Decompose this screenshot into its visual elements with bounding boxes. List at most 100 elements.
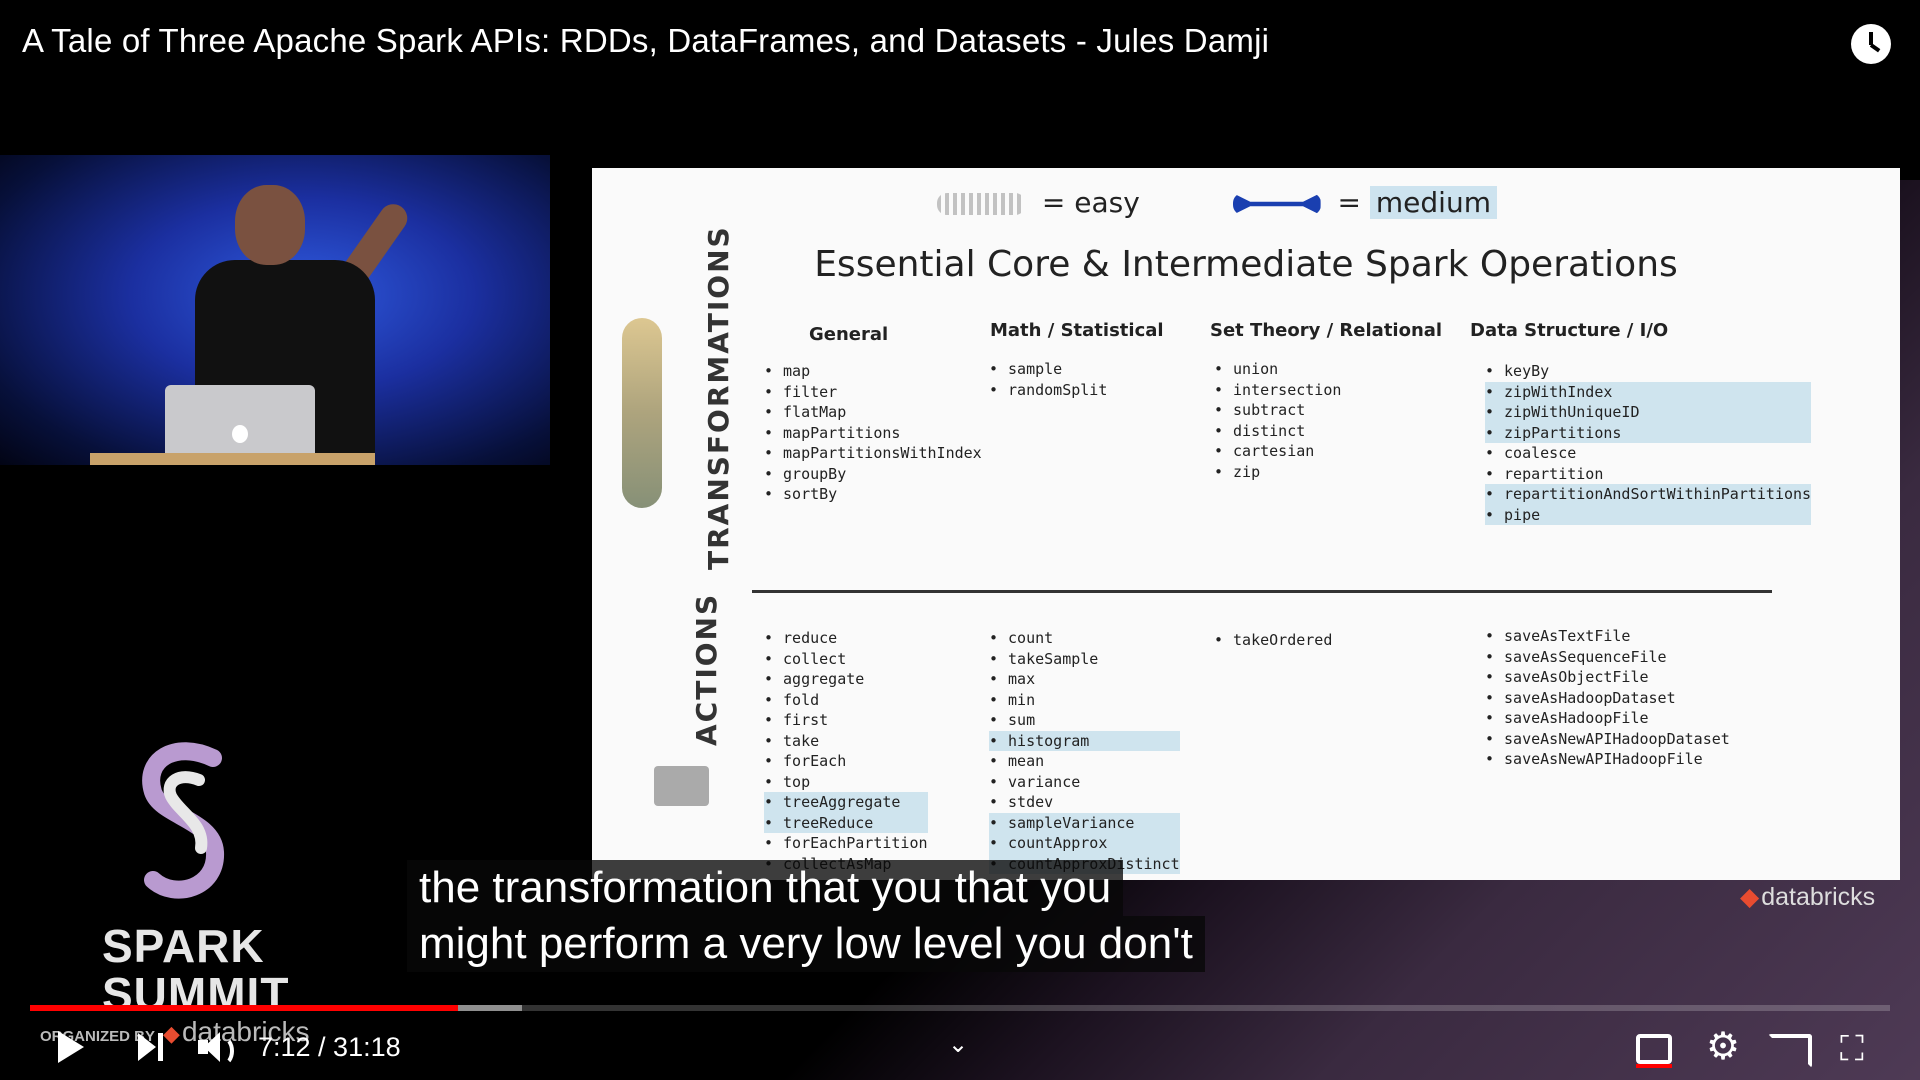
operation-item: subtract (1214, 400, 1341, 421)
legend-easy: = easy (1041, 186, 1140, 219)
operation-item: takeOrdered (1214, 630, 1332, 651)
list-trans-data: keyByzipWithIndexzipWithUniqueIDzipParti… (1485, 361, 1812, 525)
section-divider (752, 590, 1772, 593)
operation-item: union (1214, 359, 1341, 380)
operation-item: sum (989, 710, 1180, 731)
operation-item: distinct (1214, 421, 1341, 442)
caterpillar-illustration (622, 318, 662, 508)
slide-footer-brand: databricks (1740, 882, 1875, 912)
operation-item: randomSplit (989, 380, 1107, 401)
bone-easy-icon (937, 193, 1025, 215)
play-icon[interactable] (58, 1031, 84, 1063)
progress-played (30, 1005, 458, 1011)
operation-item: repartition (1485, 464, 1811, 485)
col-data: Data Structure / I/O (1470, 320, 1669, 341)
operation-item: saveAsHadoopFile (1485, 708, 1730, 729)
operation-item: saveAsSequenceFile (1485, 647, 1730, 668)
list-act-data: saveAsTextFilesaveAsSequenceFilesaveAsOb… (1485, 626, 1730, 770)
operation-item: take (764, 731, 928, 752)
caption-line-2: might perform a very low level you don't (407, 916, 1205, 972)
operation-item: map (764, 361, 982, 382)
legend-medium: medium (1369, 186, 1497, 219)
clock-icon[interactable] (1851, 24, 1891, 64)
operation-item: aggregate (764, 669, 928, 690)
operation-item: mean (989, 751, 1180, 772)
operation-item: first (764, 710, 928, 731)
speaker-head (235, 185, 305, 265)
operation-item: saveAsNewAPIHadoopFile (1485, 749, 1730, 770)
operation-item: forEachPartition (764, 833, 928, 854)
podium (90, 453, 375, 465)
operation-item: sample (989, 359, 1107, 380)
operation-item: reduce (764, 628, 928, 649)
operation-item: treeAggregate (764, 792, 928, 813)
col-math: Math / Statistical (990, 320, 1164, 341)
operation-item: sampleVariance (989, 812, 1180, 833)
operation-item: max (989, 669, 1180, 690)
spark-summit-text: SPARK SUMMIT (102, 922, 289, 1018)
section-transformations: TRANSFORMATIONS (702, 225, 735, 570)
operation-item: pipe (1485, 504, 1812, 525)
video-player[interactable]: A Tale of Three Apache Spark APIs: RDDs,… (0, 0, 1920, 1080)
col-set: Set Theory / Relational (1210, 320, 1443, 341)
exit-fullscreen-icon[interactable]: ⛶ (1840, 1030, 1880, 1070)
subtitles-active-indicator (1636, 1064, 1672, 1068)
operation-item: mapPartitionsWithIndex (764, 443, 982, 464)
legend-medium-eq: = (1337, 186, 1361, 219)
operation-item: groupBy (764, 464, 982, 485)
operation-item: count (989, 628, 1180, 649)
section-actions: ACTIONS (690, 592, 723, 746)
operation-item: variance (989, 772, 1180, 793)
spark-summit-line1: SPARK (102, 920, 265, 972)
operation-item: top (764, 772, 928, 793)
cast-icon[interactable] (1768, 1034, 1812, 1068)
operation-item: zipWithUniqueID (1485, 402, 1812, 423)
chevron-down-icon[interactable]: ⌄ (948, 1030, 968, 1059)
subtitles-icon[interactable] (1636, 1034, 1672, 1064)
next-icon[interactable] (138, 1033, 163, 1061)
operation-item: collect (764, 649, 928, 670)
list-act-set: takeOrdered (1214, 630, 1332, 651)
closed-captions: the transformation that you that you mig… (407, 860, 1287, 972)
slide-title: Essential Core & Intermediate Spark Oper… (814, 244, 1678, 285)
speaker-video-inset (0, 155, 550, 465)
operation-item: fold (764, 690, 928, 711)
operation-item: mapPartitions (764, 423, 982, 444)
difficulty-legend: = easy = medium (937, 186, 1497, 219)
operation-item: flatMap (764, 402, 982, 423)
list-trans-general: mapfilterflatMapmapPartitionsmapPartitio… (764, 361, 982, 505)
operation-item: forEach (764, 751, 928, 772)
operation-item: saveAsObjectFile (1485, 667, 1730, 688)
operation-item: zipPartitions (1485, 422, 1812, 443)
time-display: 7:12 / 31:18 (258, 1032, 401, 1062)
operation-item: saveAsTextFile (1485, 626, 1730, 647)
operation-item: min (989, 690, 1180, 711)
printer-icon (654, 766, 709, 806)
presentation-slide: = easy = medium Essential Core & Interme… (592, 168, 1900, 880)
operation-item: takeSample (989, 649, 1180, 670)
list-act-math: counttakeSamplemaxminsumhistogrammeanvar… (989, 628, 1180, 874)
operation-item: stdev (989, 792, 1180, 813)
operation-item: cartesian (1214, 441, 1341, 462)
gear-icon[interactable]: ⚙ (1706, 1024, 1746, 1068)
operation-item: coalesce (1485, 443, 1811, 464)
operation-item: keyBy (1485, 361, 1811, 382)
operation-item: histogram (989, 730, 1180, 751)
volume-wave (212, 1036, 234, 1066)
operation-item: treeReduce (764, 812, 928, 833)
spark-summit-logo: SPARK SUMMIT (90, 720, 310, 1020)
operation-item: sortBy (764, 484, 982, 505)
operation-item: repartitionAndSortWithinPartitions (1485, 484, 1812, 505)
operation-item: saveAsHadoopDataset (1485, 688, 1730, 709)
caption-line-1: the transformation that you that you (407, 860, 1124, 916)
video-title[interactable]: A Tale of Three Apache Spark APIs: RDDs,… (22, 22, 1269, 60)
list-trans-set: unionintersectionsubtractdistinctcartesi… (1214, 359, 1341, 482)
operation-item: zip (1214, 462, 1341, 483)
operation-item: filter (764, 382, 982, 403)
col-general: General (809, 324, 889, 345)
apple-logo-icon (232, 425, 248, 443)
spark-s-icon (142, 742, 224, 899)
bone-medium-icon (1232, 193, 1321, 215)
operation-item: saveAsNewAPIHadoopDataset (1485, 729, 1730, 750)
progress-bar[interactable] (30, 1005, 1890, 1011)
